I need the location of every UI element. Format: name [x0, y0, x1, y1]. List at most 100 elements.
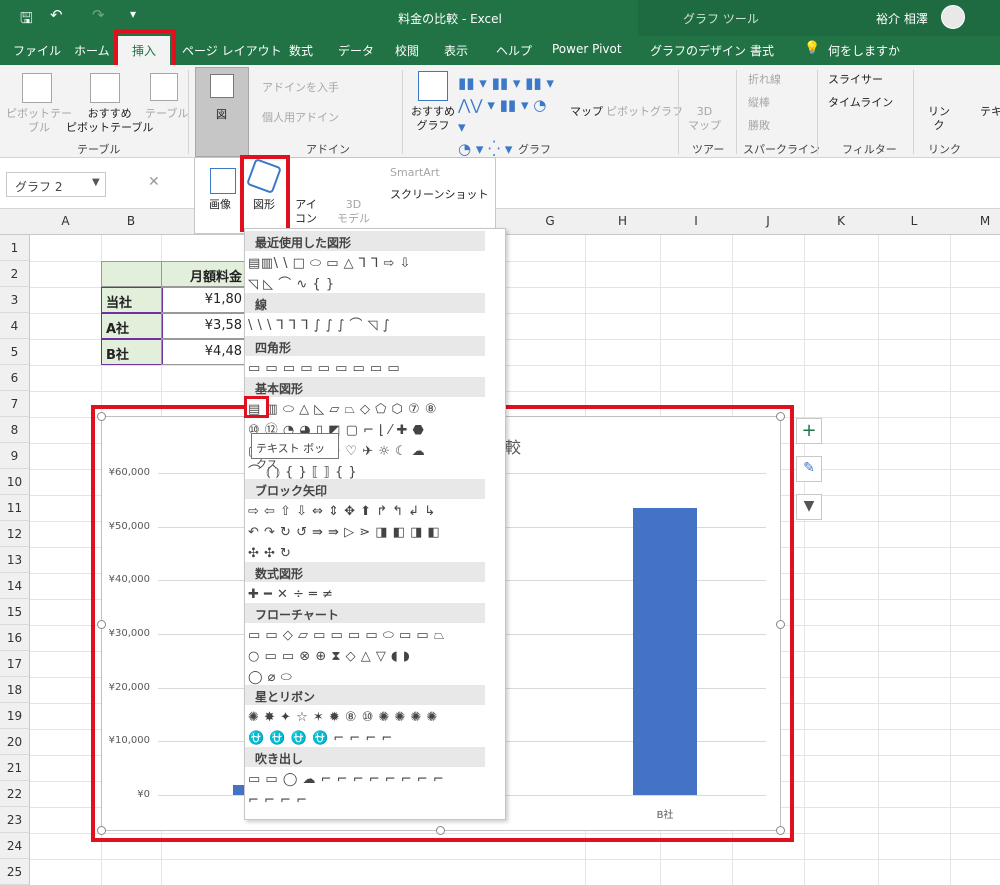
- screenshot-button[interactable]: スクリーンショット: [390, 188, 488, 202]
- 3d-model-button[interactable]: 3D モデル: [337, 198, 370, 226]
- tab-help[interactable]: ヘルプ: [496, 42, 532, 59]
- column-header[interactable]: J: [732, 214, 804, 228]
- row-header[interactable]: 24: [0, 833, 30, 859]
- row-header[interactable]: 1: [0, 235, 30, 261]
- row-header[interactable]: 13: [0, 547, 30, 573]
- row-header[interactable]: 9: [0, 443, 30, 469]
- row-header[interactable]: 22: [0, 781, 30, 807]
- row-header[interactable]: 2: [0, 261, 30, 287]
- row-header[interactable]: 16: [0, 625, 30, 651]
- row-header[interactable]: 6: [0, 365, 30, 391]
- column-header[interactable]: L: [878, 214, 950, 228]
- row-header[interactable]: 20: [0, 729, 30, 755]
- column-header[interactable]: K: [804, 214, 878, 228]
- tab-page-layout[interactable]: ページ レイアウト: [182, 42, 282, 59]
- tab-tell-me[interactable]: 何をしますか: [828, 42, 900, 59]
- row-header[interactable]: 17: [0, 651, 30, 677]
- row-header[interactable]: 19: [0, 703, 30, 729]
- chart-type-buttons[interactable]: ▮▮ ▾ ▮▮ ▾ ▮▮ ▾ ⋀⋁ ▾ ▮▮ ▾ ◔ ▾ ◔ ▾ ⁛ ▾: [458, 72, 558, 158]
- tab-view[interactable]: 表示: [444, 42, 468, 59]
- row-name[interactable]: 当社: [101, 287, 163, 313]
- tab-chart-design[interactable]: グラフのデザイン: [650, 42, 746, 59]
- ribbon-separator: [188, 70, 189, 154]
- row-header[interactable]: 8: [0, 417, 30, 443]
- row-header[interactable]: 12: [0, 521, 30, 547]
- row-header[interactable]: 5: [0, 339, 30, 365]
- resize-handle[interactable]: [776, 620, 785, 629]
- row-header[interactable]: 7: [0, 391, 30, 417]
- column-header[interactable]: M: [950, 214, 1000, 228]
- sparkline-column-button[interactable]: 縦棒: [748, 96, 770, 110]
- text-button[interactable]: テキ: [980, 105, 1000, 119]
- tab-file[interactable]: ファイル: [13, 42, 61, 59]
- resize-handle[interactable]: [436, 826, 445, 835]
- tab-formulas[interactable]: 数式: [289, 42, 313, 59]
- recommended-pivot-button[interactable]: おすすめ ピボットテーブル: [66, 107, 153, 135]
- sparkline-line-button[interactable]: 折れ線: [748, 73, 781, 87]
- shape-gallery-row[interactable]: ▭ ▭ ◇ ▱ ▭ ▭ ▭ ▭ ⬭ ▭ ▭ ⏢ ○ ▭ ▭ ⊗ ⊕ ⧗ ◇ △ ▽…: [248, 625, 486, 688]
- tab-data[interactable]: データ: [338, 42, 374, 59]
- resize-handle[interactable]: [97, 412, 106, 421]
- chart-styles-icon[interactable]: ✎: [796, 456, 822, 482]
- 3d-map-button[interactable]: 3D マップ: [688, 105, 721, 133]
- pivot-table-button[interactable]: ピボットテー ブル: [6, 107, 72, 135]
- tab-home[interactable]: ホーム: [74, 42, 110, 59]
- row-header[interactable]: 4: [0, 313, 30, 339]
- row-header[interactable]: 25: [0, 859, 30, 885]
- row-value[interactable]: ¥4,48: [161, 339, 247, 365]
- get-addins-button[interactable]: アドインを入手: [262, 81, 339, 95]
- shape-gallery-row[interactable]: ✚ ━ ✕ ÷ ═ ≠: [248, 584, 486, 605]
- column-header[interactable]: A: [30, 214, 101, 228]
- column-header[interactable]: B: [101, 214, 161, 228]
- table-corner[interactable]: [101, 261, 163, 287]
- link-button[interactable]: リン ク: [928, 105, 950, 133]
- recommended-chart-button[interactable]: おすすめ グラフ: [411, 105, 455, 133]
- column-header[interactable]: G: [515, 214, 585, 228]
- row-name[interactable]: B社: [101, 339, 163, 365]
- row-header[interactable]: 14: [0, 573, 30, 599]
- shape-gallery-row[interactable]: ▤▥\ \ □ ⬭ ▭ △ ⅂ ⅂ ⇨ ⇩ ◹ ◺ ⌒ ∿ { }: [248, 253, 486, 295]
- resize-handle[interactable]: [97, 620, 106, 629]
- shape-gallery-row[interactable]: \ \ \ ⅂ ⅂ ⅂ ∫ ∫ ∫ ⌒ ◹ ∫: [248, 315, 486, 336]
- avatar[interactable]: [941, 5, 965, 29]
- row-header[interactable]: 11: [0, 495, 30, 521]
- row-header[interactable]: 21: [0, 755, 30, 781]
- row-header[interactable]: 18: [0, 677, 30, 703]
- table-button[interactable]: テーブル: [145, 107, 188, 121]
- cancel-icon[interactable]: ✕: [148, 174, 160, 190]
- row-name[interactable]: A社: [101, 313, 163, 339]
- row-header[interactable]: 3: [0, 287, 30, 313]
- shape-gallery-row[interactable]: ✺ ✸ ✦ ☆ ✶ ✹ ⑧ ⑩ ✺ ✺ ✺ ✺ ⛎ ⛎ ⛎ ⛎ ⌐ ⌐ ⌐ ⌐: [248, 707, 486, 749]
- column-header[interactable]: H: [585, 214, 660, 228]
- name-box[interactable]: グラフ 2: [6, 172, 106, 197]
- shape-gallery-row[interactable]: ⇨ ⇦ ⇧ ⇩ ⇔ ⇕ ✥ ⬆ ↱ ↰ ↲ ↳ ↶ ↷ ↻ ↺ ⇛ ⇛ ▷ ⋗ ◨…: [248, 501, 486, 564]
- row-header[interactable]: 10: [0, 469, 30, 495]
- figure-button[interactable]: 図: [195, 67, 249, 157]
- chart-filter-icon[interactable]: ▼: [796, 494, 822, 520]
- chart-elements-icon[interactable]: +: [796, 418, 822, 444]
- tab-review[interactable]: 校閲: [395, 42, 419, 59]
- resize-handle[interactable]: [776, 412, 785, 421]
- map-button[interactable]: マップ: [570, 105, 603, 119]
- slicer-button[interactable]: スライサー: [828, 73, 883, 87]
- table-header[interactable]: 月額料金: [161, 261, 247, 287]
- resize-handle[interactable]: [97, 826, 106, 835]
- shape-gallery-row[interactable]: ▭ ▭ ▭ ▭ ▭ ▭ ▭ ▭ ▭: [248, 358, 486, 379]
- tab-format[interactable]: 書式: [750, 42, 774, 59]
- row-value[interactable]: ¥1,80: [161, 287, 247, 313]
- shape-gallery-row[interactable]: ▭ ▭ ◯ ☁ ⌐ ⌐ ⌐ ⌐ ⌐ ⌐ ⌐ ⌐ ⌐ ⌐ ⌐ ⌐: [248, 769, 486, 811]
- pivot-chart-button[interactable]: ピボットグラフ: [606, 105, 683, 119]
- icon-button[interactable]: アイ コン: [295, 198, 317, 226]
- tab-power-pivot[interactable]: Power Pivot: [552, 42, 622, 56]
- row-header[interactable]: 15: [0, 599, 30, 625]
- row-value[interactable]: ¥3,58: [161, 313, 247, 339]
- row-header[interactable]: 23: [0, 807, 30, 833]
- my-addins-button[interactable]: 個人用アドイン: [262, 111, 339, 125]
- resize-handle[interactable]: [776, 826, 785, 835]
- name-box-dropdown-icon[interactable]: ▼: [92, 177, 100, 188]
- sparkline-winloss-button[interactable]: 勝敗: [748, 119, 770, 133]
- timeline-button[interactable]: タイムライン: [828, 96, 893, 110]
- smartart-button[interactable]: SmartArt: [390, 166, 440, 180]
- column-header[interactable]: I: [660, 214, 732, 228]
- image-button[interactable]: 画像: [209, 198, 231, 212]
